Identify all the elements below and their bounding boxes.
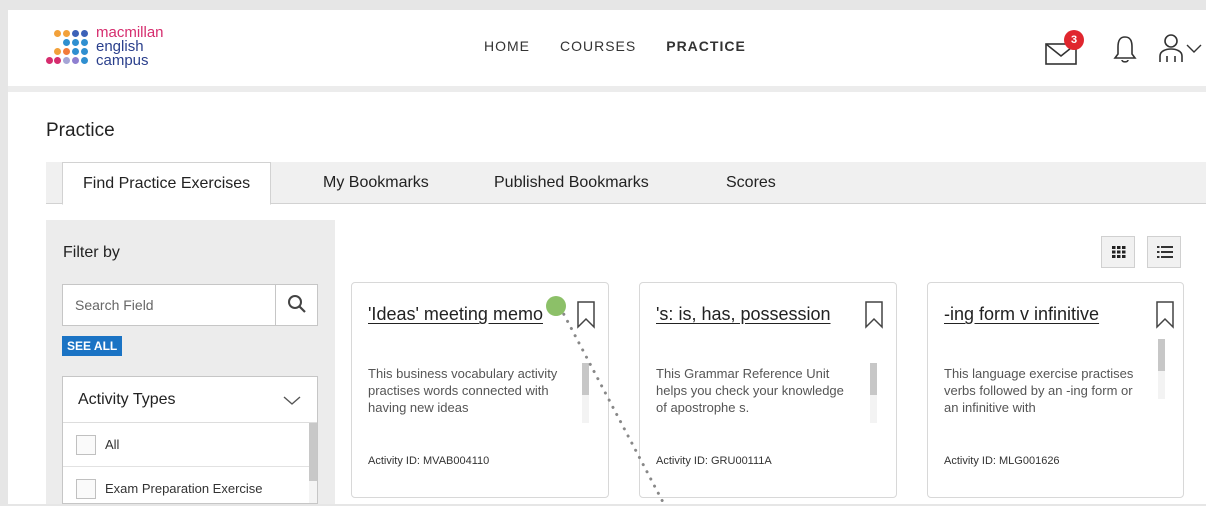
search-button[interactable] [275, 285, 317, 325]
exercise-description: This Grammar Reference Unit helps you ch… [656, 366, 844, 415]
activity-id: Activity ID: GRU00111A [656, 455, 772, 467]
main-nav: HOME COURSES PRACTICE [484, 38, 746, 54]
tab-find-practice-exercises[interactable]: Find Practice Exercises [62, 162, 272, 205]
bookmark-button[interactable] [1155, 301, 1175, 334]
chevron-down-icon [283, 396, 301, 405]
user-menu-button[interactable] [1158, 32, 1204, 66]
description-scrollbar[interactable] [870, 363, 877, 423]
filter-option-row: Exam Preparation Exercise [63, 467, 317, 503]
nav-home[interactable]: HOME [484, 38, 530, 54]
filter-option-row: All [63, 423, 317, 467]
top-bar: macmillan english campus HOME COURSES PR… [8, 10, 1206, 92]
see-all-button[interactable]: SEE ALL [62, 336, 123, 356]
filter-sidebar: Filter by SEE ALL Activity Types All [46, 220, 335, 504]
bell-icon [1113, 36, 1137, 63]
grid-view-button[interactable] [1101, 236, 1135, 268]
brand-logo[interactable]: macmillan english campus [46, 25, 196, 72]
exercise-title-link[interactable]: 's: is, has, possession [656, 301, 846, 327]
list-icon [1157, 246, 1173, 258]
bookmark-button[interactable] [864, 301, 884, 334]
brand-line-3: campus [96, 52, 149, 69]
filter-title: Filter by [63, 244, 120, 261]
exercise-card: -ing form v infinitive This language exe… [927, 282, 1184, 498]
search-box [62, 284, 318, 326]
tab-scores[interactable]: Scores [726, 162, 776, 204]
app-window: macmillan english campus HOME COURSES PR… [8, 10, 1206, 504]
exercise-description: This language exercise practises verbs f… [944, 366, 1134, 415]
nav-practice[interactable]: PRACTICE [666, 38, 746, 54]
exercise-card: 'Ideas' meeting memo This business vocab… [351, 282, 609, 498]
exercise-title-link[interactable]: -ing form v infinitive [944, 301, 1154, 327]
scrollbar-thumb[interactable] [870, 363, 877, 395]
practice-tabs: Find Practice Exercises My Bookmarks Pub… [46, 162, 1206, 205]
activity-types-filter: Activity Types All Exam Preparation Exer… [62, 376, 318, 504]
filter-checkbox-exam-preparation[interactable] [76, 479, 96, 499]
description-scrollbar[interactable] [582, 363, 589, 423]
nav-courses[interactable]: COURSES [560, 38, 636, 54]
filter-checkbox-all[interactable] [76, 435, 96, 455]
activity-types-toggle[interactable]: Activity Types [63, 377, 317, 423]
tab-my-bookmarks[interactable]: My Bookmarks [323, 162, 429, 204]
list-view-button[interactable] [1147, 236, 1181, 268]
page-title: Practice [46, 120, 115, 141]
user-icon [1159, 34, 1183, 62]
bookmark-icon [1156, 301, 1174, 329]
bookmark-button[interactable] [576, 301, 596, 334]
bookmark-icon [865, 301, 883, 329]
exercise-description: This business vocabulary activity practi… [368, 366, 558, 415]
exercise-card: 's: is, has, possession This Grammar Ref… [639, 282, 897, 498]
bookmark-icon [577, 301, 595, 329]
messages-button[interactable]: 3 [1044, 30, 1088, 66]
filter-option-label: All [105, 437, 120, 452]
scrollbar-thumb[interactable] [1158, 339, 1165, 371]
scrollbar-thumb[interactable] [582, 363, 589, 395]
chevron-down-icon [1186, 44, 1202, 53]
tab-published-bookmarks[interactable]: Published Bookmarks [494, 162, 649, 204]
grid-icon [1112, 246, 1126, 258]
filter-scrollbar[interactable] [309, 423, 317, 503]
exercise-title-link[interactable]: 'Ideas' meeting memo [368, 301, 558, 327]
search-input[interactable] [63, 285, 275, 325]
notifications-button[interactable] [1112, 34, 1142, 66]
logo-dots-icon [46, 28, 94, 68]
activity-id: Activity ID: MVAB004110 [368, 455, 490, 467]
search-icon [288, 295, 306, 313]
header-actions: 3 [1026, 26, 1206, 66]
activity-id: Activity ID: MLG001626 [944, 455, 1060, 467]
activity-types-label: Activity Types [78, 391, 176, 408]
description-scrollbar[interactable] [1158, 339, 1165, 399]
brand-name: macmillan english campus [96, 25, 164, 69]
cursor-dot-icon [546, 296, 566, 316]
scrollbar-thumb[interactable] [309, 423, 317, 481]
mail-count-badge: 3 [1064, 30, 1084, 50]
filter-option-label: Exam Preparation Exercise [105, 481, 263, 496]
